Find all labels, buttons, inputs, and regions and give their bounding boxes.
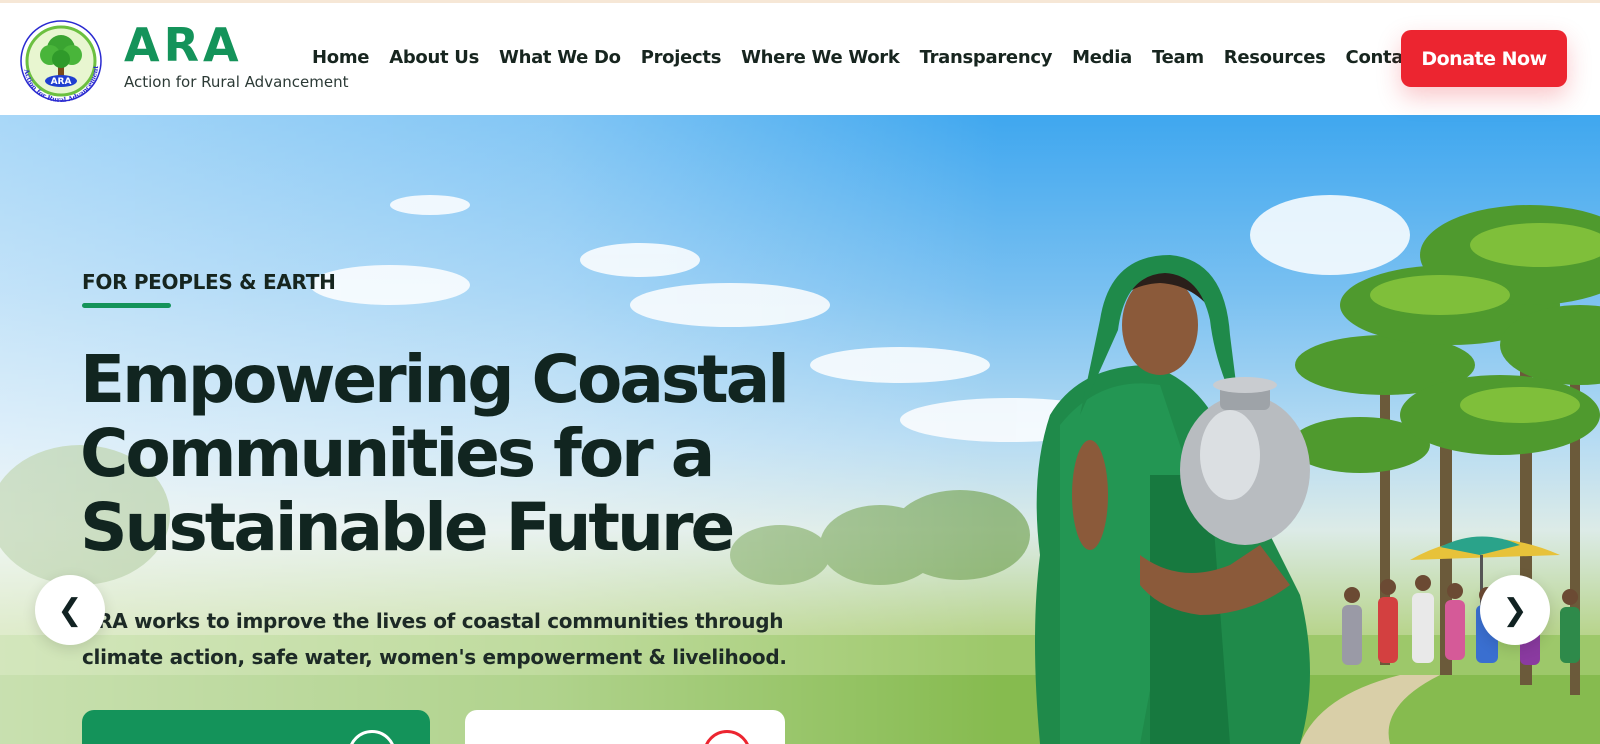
chevron-left-icon[interactable]: ❮ xyxy=(35,575,105,645)
nav-what-we-do[interactable]: What We Do xyxy=(489,43,631,72)
nav-where-we-work[interactable]: Where We Work xyxy=(731,43,909,72)
hero-headline: Empowering Coastal Communities for a Sus… xyxy=(80,341,790,566)
nav-about-us[interactable]: About Us xyxy=(379,43,489,72)
brand-tagline: Action for Rural Advancement xyxy=(124,73,349,91)
cta-circle-icon xyxy=(703,730,751,744)
nav-home[interactable]: Home xyxy=(302,43,379,72)
nav-transparency[interactable]: Transparency xyxy=(910,43,1063,72)
cta-circle-icon xyxy=(348,730,396,744)
tree-logo-icon[interactable]: ARA Action for Rural Advancement xyxy=(14,17,108,105)
site-header: ARA Action for Rural Advancement ARA Act… xyxy=(0,3,1600,115)
eyebrow-underline xyxy=(82,303,171,308)
nav-team[interactable]: Team xyxy=(1142,43,1214,72)
hero-secondary-cta-button[interactable] xyxy=(465,710,785,744)
nav-resources[interactable]: Resources xyxy=(1214,43,1336,72)
hero-primary-cta-button[interactable] xyxy=(82,710,430,744)
hero-eyebrow: FOR PEOPLES & EARTH xyxy=(82,270,336,294)
chevron-right-icon[interactable]: ❯ xyxy=(1480,575,1550,645)
main-nav: Home About Us What We Do Projects Where … xyxy=(302,43,1432,72)
logo-text: ARA xyxy=(51,77,72,87)
hero-slider: FOR PEOPLES & EARTH Empowering Coastal C… xyxy=(0,115,1600,744)
nav-media[interactable]: Media xyxy=(1062,43,1142,72)
hero-lead: ARA works to improve the lives of coasta… xyxy=(82,609,787,669)
donate-now-button[interactable]: Donate Now xyxy=(1401,30,1567,87)
nav-projects[interactable]: Projects xyxy=(631,43,731,72)
